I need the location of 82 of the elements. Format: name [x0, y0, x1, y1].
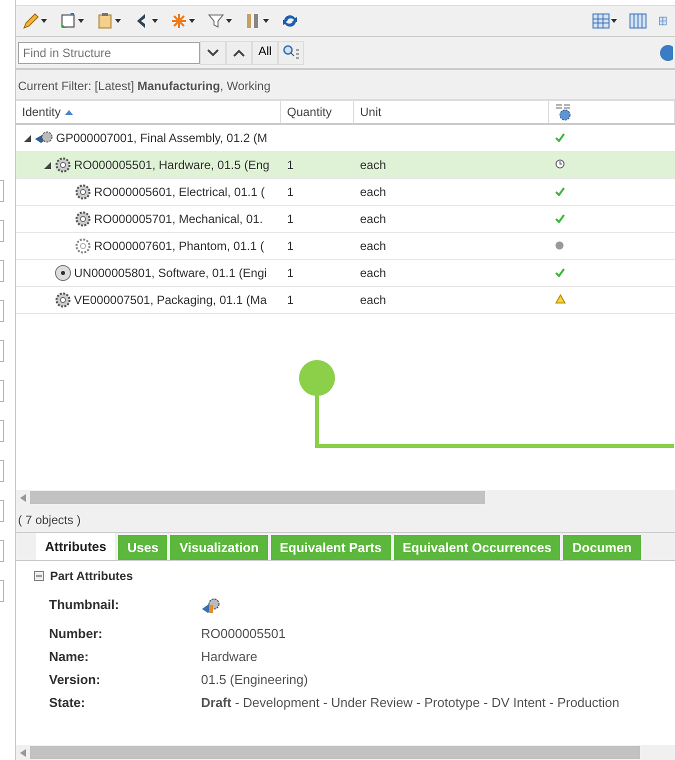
tree-row[interactable]: RO000005501, Hardware, 01.5 (Eng 1 each	[16, 152, 675, 179]
search-field[interactable]: Find in Structure	[18, 42, 200, 64]
quantity-text: 1	[287, 158, 294, 172]
scroll-left-icon[interactable]	[20, 748, 26, 756]
horizontal-scrollbar[interactable]	[16, 745, 675, 760]
part-identity: RO000005501, Hardware, 01.5 (Eng	[74, 158, 270, 172]
warning-icon	[555, 294, 566, 304]
quantity-text: 1	[287, 293, 294, 307]
unit-text: each	[360, 266, 386, 280]
part-identity: RO000005601, Electrical, 01.1 (	[94, 185, 265, 199]
unit-text: each	[360, 239, 386, 253]
columns-icon	[629, 12, 647, 30]
horizontal-scrollbar[interactable]	[16, 490, 675, 505]
filter-icon	[207, 12, 225, 30]
thumbnail-icon	[201, 597, 221, 615]
find-tree-button[interactable]	[278, 40, 304, 64]
unit-text: each	[360, 293, 386, 307]
chevron-up-icon	[233, 48, 245, 56]
check-icon	[555, 133, 565, 142]
gear-icon	[74, 210, 92, 228]
unit-text: each	[360, 212, 386, 226]
search-icon	[282, 44, 300, 62]
column-header[interactable]: Unit	[354, 101, 549, 123]
chevron-down-icon	[207, 48, 219, 56]
clock-icon	[555, 159, 565, 169]
field-label: Number:	[49, 626, 104, 641]
quantity-text: 1	[287, 266, 294, 280]
caret-icon	[152, 19, 158, 23]
check-icon	[555, 268, 565, 277]
object-count: ( 7 objects )	[16, 505, 675, 533]
field-value: RO000005501	[201, 626, 287, 641]
gear-icon	[74, 183, 92, 201]
part-identity: VE000007501, Packaging, 01.1 (Ma	[74, 293, 267, 307]
tab[interactable]: Attributes	[36, 533, 116, 560]
page-icon	[59, 12, 77, 30]
gear-icon	[54, 156, 72, 174]
scroll-left-icon[interactable]	[20, 494, 26, 502]
quantity-text: 1	[287, 212, 294, 226]
quantity-text: 1	[287, 185, 294, 199]
part-identity: UN000005801, Software, 01.1 (Engi	[74, 266, 267, 280]
field-label: Version:	[49, 672, 102, 687]
collapse-toggle-icon[interactable]	[24, 134, 30, 142]
current-filter-text: Current Filter: [Latest] Manufacturing, Working	[16, 70, 675, 101]
column-header[interactable]: Quantity	[281, 101, 354, 123]
column-header[interactable]: Identity	[16, 101, 281, 123]
caret-icon	[115, 19, 121, 23]
section-title: Part Attributes	[50, 569, 133, 583]
caret-icon	[189, 19, 195, 23]
clipboard-icon	[96, 12, 114, 30]
gear-icon	[54, 291, 72, 309]
field-label: State:	[49, 695, 86, 710]
field-value: Hardware	[201, 649, 258, 664]
caret-icon	[611, 19, 617, 23]
field-label: Name:	[49, 649, 90, 664]
field-value: Draft - Development - Under Review - Prototype - DV Intent - Production	[201, 695, 620, 710]
caret-icon	[78, 19, 84, 23]
field-value: 01.5 (Engineering)	[201, 672, 309, 687]
field-label: Thumbnail:	[49, 597, 120, 614]
check-icon	[555, 187, 565, 196]
quantity-text: 1	[287, 239, 294, 253]
status-column-icon	[555, 103, 571, 121]
next-button[interactable]	[200, 40, 226, 64]
gear-icon	[74, 237, 92, 255]
caret-icon	[263, 19, 269, 23]
grid-icon	[592, 12, 610, 30]
unit-text: each	[360, 185, 386, 199]
circle-icon	[555, 241, 564, 250]
asterisk-icon	[170, 12, 188, 30]
part-identity: RO000005701, Mechanical, 01.	[94, 212, 263, 226]
part-identity: RO000007601, Phantom, 01.1 (	[94, 239, 264, 253]
sort-ascending-icon	[64, 110, 73, 114]
disc-icon	[54, 264, 72, 282]
all-button[interactable]: All	[252, 40, 278, 64]
check-icon	[555, 214, 565, 223]
previous-button[interactable]	[226, 40, 252, 64]
pencil-icon	[22, 12, 40, 30]
collapse-icon[interactable]	[34, 571, 44, 581]
caret-icon	[226, 19, 232, 23]
part-identity: GP000007001, Final Assembly, 01.2 (M	[56, 131, 268, 145]
unit-text: each	[360, 158, 386, 172]
caret-icon	[41, 19, 47, 23]
collapse-toggle-icon[interactable]	[44, 162, 50, 168]
